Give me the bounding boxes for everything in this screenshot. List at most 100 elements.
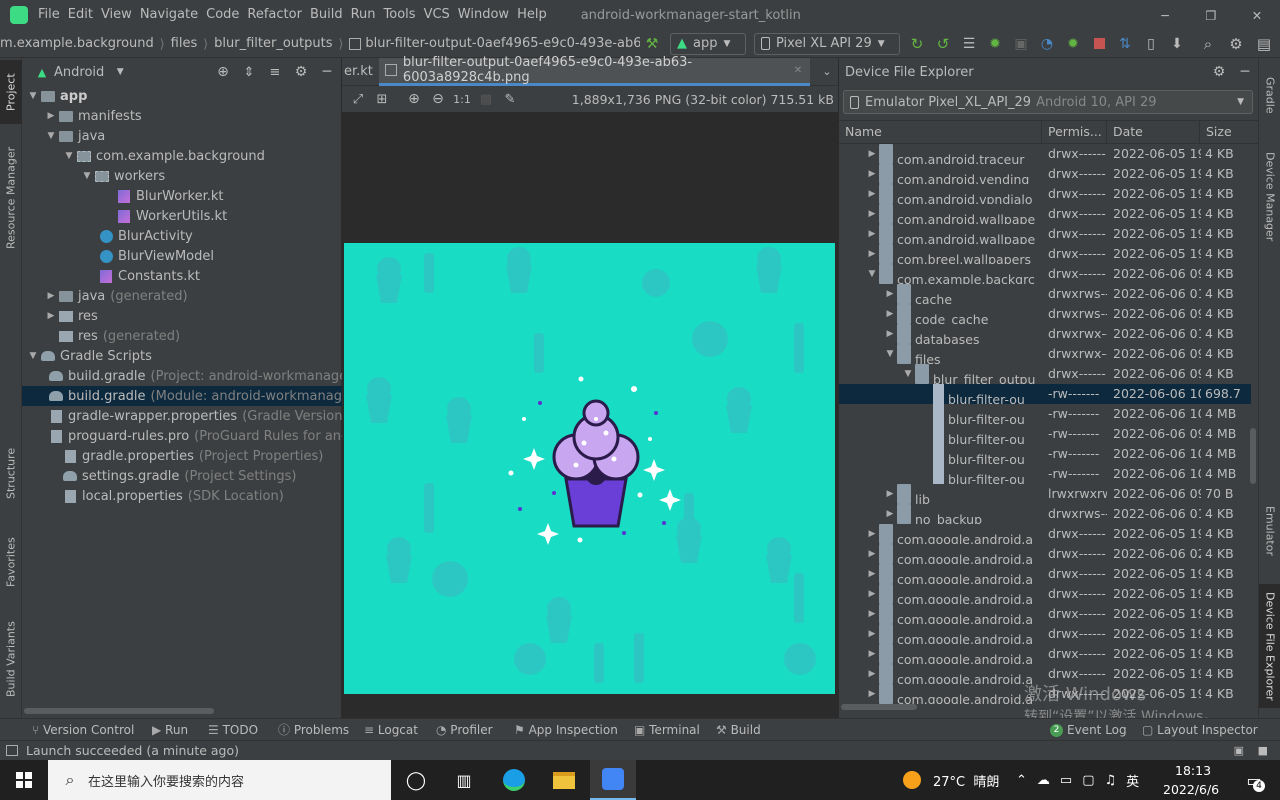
ime-indicator[interactable]: 英 (1126, 771, 1139, 790)
attach-debugger-icon[interactable]: ▣ (1010, 36, 1032, 52)
tab-terminal[interactable]: ▣ Terminal (634, 719, 700, 741)
file-row[interactable]: ▼ blur_filter_outpu drwx------ 2022-06-06 0… (839, 364, 1251, 384)
file-row[interactable]: ▶ com.google.android.a drwx------ 2022-06-0… (839, 604, 1251, 624)
stop-icon[interactable] (1088, 38, 1110, 49)
tab-todo[interactable]: ☰ TODO (208, 719, 258, 741)
tree-arrow-icon[interactable]: ▼ (901, 364, 915, 384)
tree-arrow-icon[interactable]: ▶ (865, 664, 879, 684)
task-view-icon[interactable]: ▥ (448, 760, 480, 800)
sdk-manager-icon[interactable]: ⬇ (1166, 36, 1188, 52)
tree-item[interactable]: ▼ com.example.background (22, 146, 342, 166)
tab-version-control[interactable]: ⑂ Version Control (32, 719, 134, 741)
breadcrumb-item[interactable]: blur-filter-output-0aef4965-e9c0-493e-ab… (365, 36, 640, 51)
device-manager-icon[interactable]: ▯ (1140, 36, 1162, 52)
tab-layout-inspector[interactable]: ▢ Layout Inspector (1142, 719, 1258, 741)
cloud-icon[interactable]: ☁ (1037, 773, 1050, 788)
file-row[interactable]: ▶ com.google.android.a drwx------ 2022-06-0… (839, 584, 1251, 604)
fit-zoom-icon[interactable]: ⤢ (346, 92, 370, 107)
locate-icon[interactable]: ⊕ (214, 64, 232, 80)
tab-active-image[interactable]: blur-filter-output-0aef4965-e9c0-493e-ab… (378, 55, 810, 86)
file-row[interactable]: ▶ com.google.android.a drwx------ 2022-06-0… (839, 524, 1251, 544)
menu-file[interactable]: File (34, 0, 64, 30)
column-date[interactable]: Date (1107, 121, 1200, 143)
tree-arrow-icon[interactable]: ▶ (883, 324, 897, 344)
expand-arrow-icon[interactable]: ▼ (62, 151, 76, 161)
tab-logcat[interactable]: ≡ Logcat (364, 719, 418, 741)
tree-item[interactable]: build.gradle (Project: android-workmanage… (22, 366, 342, 386)
file-row[interactable]: ▶ code_cache drwxrws-- 2022-06-06 09: 4 KB (839, 304, 1251, 324)
tab-build[interactable]: ⚒ Build (716, 719, 761, 741)
tab-previous-file[interactable]: er.kt (342, 58, 379, 86)
android-studio-taskbar-icon[interactable] (590, 760, 636, 800)
tree-arrow-icon[interactable]: ▶ (865, 164, 879, 184)
tree-item[interactable]: BlurViewModel (22, 246, 342, 266)
tree-arrow-icon[interactable]: ▶ (865, 524, 879, 544)
tree-arrow-icon[interactable]: ▶ (865, 584, 879, 604)
hammer-icon[interactable]: ⚒ (640, 36, 664, 52)
tree-arrow-icon[interactable]: ▶ (865, 604, 879, 624)
tree-arrow-icon[interactable]: ▶ (883, 484, 897, 504)
tree-arrow-icon[interactable]: ▶ (865, 624, 879, 644)
tool-windows-icon[interactable] (6, 745, 18, 756)
tree-arrow-icon[interactable]: ▶ (865, 644, 879, 664)
restore-icon[interactable]: ❐ (1188, 0, 1234, 30)
tree-arrow-icon[interactable]: ▶ (865, 144, 879, 164)
tab-problems[interactable]: ⓘ Problems (278, 719, 349, 741)
tab-project[interactable]: Project (0, 60, 22, 124)
tree-item[interactable]: local.properties (SDK Location) (22, 486, 342, 506)
taskbar-search-box[interactable]: ⌕ 在这里输入你要搜索的内容 (48, 760, 391, 800)
settings-gear-icon[interactable]: ⚙ (292, 64, 310, 80)
tab-device-manager[interactable]: Device Manager (1259, 142, 1280, 252)
close-icon[interactable]: ✕ (1234, 0, 1280, 30)
tab-profiler[interactable]: ◔ Profiler (436, 719, 493, 741)
profiler-icon[interactable]: ◔ (1036, 36, 1058, 52)
debug-attach-icon[interactable]: ✹ (1062, 36, 1084, 52)
file-row[interactable]: ▶ com.google.android.a drwx------ 2022-06-0… (839, 564, 1251, 584)
grid-icon[interactable]: ⊞ (370, 92, 394, 107)
chevron-down-icon[interactable]: ⌄ (816, 65, 838, 78)
collapse-all-icon[interactable]: ≡ (266, 65, 284, 80)
file-row[interactable]: ▶ com.google.android.a drwx------ 2022-06-0… (839, 644, 1251, 664)
file-row[interactable]: ▶ com.google.android.a drwx------ 2022-06-0… (839, 544, 1251, 564)
tree-item[interactable]: ▼ java (22, 126, 342, 146)
tree-arrow-icon[interactable]: ▶ (865, 204, 879, 224)
tree-arrow-icon[interactable]: ▶ (865, 564, 879, 584)
search-icon[interactable]: ⌕ (1198, 35, 1218, 53)
hide-icon[interactable]: ─ (318, 64, 336, 80)
device-select[interactable]: Pixel XL API 29 ▼ (754, 32, 900, 55)
tab-favorites[interactable]: Favorites (0, 526, 22, 598)
tree-item[interactable]: build.gradle (Module: android-workmanage (22, 386, 342, 406)
volume-icon[interactable]: ♫ (1105, 773, 1117, 788)
zoom-out-icon[interactable]: ⊖ (426, 91, 450, 107)
windows-start-icon[interactable] (0, 760, 48, 800)
file-row[interactable]: ▼ com.example.backgrc drwx------ 2022-06-06… (839, 264, 1251, 284)
horizontal-scrollbar[interactable] (24, 708, 214, 714)
file-row[interactable]: blur-filter-ou -rw------- 2022-06-06 10: 4 … (839, 404, 1251, 424)
file-row[interactable]: ▶ com.android.vending drwx------ 2022-06-05… (839, 164, 1251, 184)
file-row[interactable]: blur-filter-ou -rw------- 2022-06-06 10: 4 … (839, 464, 1251, 484)
chevron-down-icon[interactable]: ▼ (112, 67, 128, 77)
tree-item[interactable]: ▼ workers (22, 166, 342, 186)
device-dropdown[interactable]: Emulator Pixel_XL_API_29 Android 10, API… (843, 90, 1253, 114)
tree-item[interactable]: ▶ manifests (22, 106, 342, 126)
actual-size-button[interactable]: 1:1 (450, 93, 474, 106)
color-picker-icon[interactable]: ✎ (498, 92, 522, 107)
menu-navigate[interactable]: Navigate (136, 0, 202, 30)
file-row[interactable]: ▶ com.google.android.a drwx------ 2022-06-0… (839, 624, 1251, 644)
tree-arrow-icon[interactable]: ▶ (865, 684, 879, 704)
file-row[interactable]: ▶ cache drwxrws-- 2022-06-06 01: 4 KB (839, 284, 1251, 304)
tree-arrow-icon[interactable]: ▶ (865, 224, 879, 244)
breadcrumb-item[interactable]: m.example.background (0, 36, 154, 51)
menu-build[interactable]: Build (306, 0, 347, 30)
expand-arrow-icon[interactable]: ▼ (26, 91, 40, 101)
tab-gradle[interactable]: Gradle (1259, 64, 1280, 126)
expand-all-icon[interactable]: ⇕ (240, 65, 258, 80)
network-icon[interactable]: ▢ (1082, 773, 1094, 788)
project-view-selector[interactable]: Android (54, 65, 104, 80)
tree-item[interactable]: WorkerUtils.kt (22, 206, 342, 226)
horizontal-scrollbar[interactable] (841, 704, 917, 710)
tree-item[interactable]: gradle-wrapper.properties (Gradle Version… (22, 406, 342, 426)
file-row[interactable]: ▶ no_backup drwxrws-- 2022-06-06 01: 4 KB (839, 504, 1251, 524)
collapse-arrow-icon[interactable]: ▶ (44, 311, 58, 321)
tree-arrow-icon[interactable]: ▼ (865, 264, 879, 284)
